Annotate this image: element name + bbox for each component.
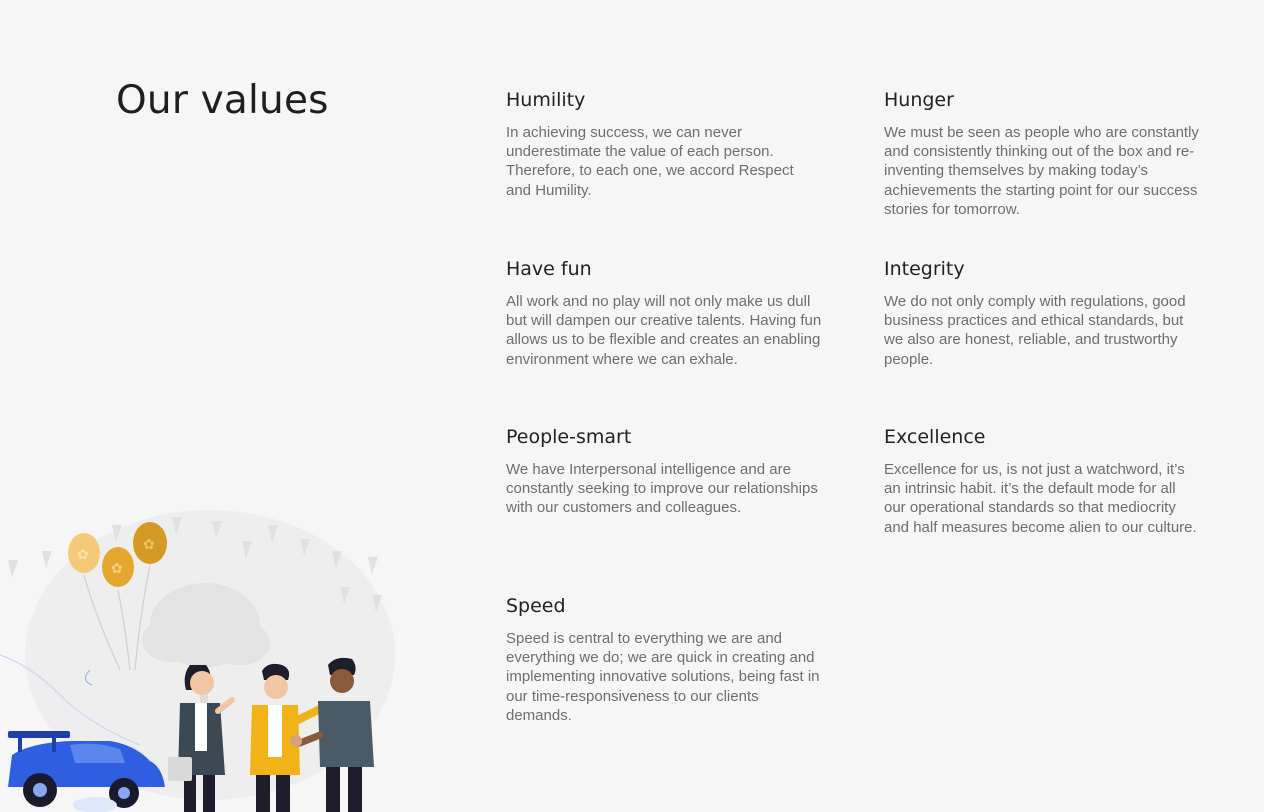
svg-text:✿: ✿	[143, 537, 155, 553]
svg-text:✿: ✿	[111, 561, 123, 577]
value-description: In achieving success, we can never under…	[506, 124, 794, 199]
value-card-speed: Speed Speed is central to everything we …	[506, 595, 822, 725]
value-description: All work and no play will not only make …	[506, 293, 822, 368]
value-description: Speed is central to everything we are an…	[506, 630, 820, 724]
value-title: Hunger	[884, 89, 954, 111]
value-card-people-smart: People-smart We have Interpersonal intel…	[506, 426, 822, 518]
value-title: Integrity	[884, 258, 965, 280]
value-card-humility: Humility In achieving success, we can ne…	[506, 89, 822, 200]
value-title: Excellence	[884, 426, 986, 448]
handshake-icon	[290, 735, 302, 747]
value-description: We do not only comply with regulations, …	[884, 293, 1186, 368]
team-celebration-illustration: ✿ ✿ ✿	[0, 510, 395, 812]
value-title: People-smart	[506, 426, 632, 448]
value-title: Speed	[506, 595, 566, 617]
value-card-have-fun: Have fun All work and no play will not o…	[506, 258, 822, 369]
value-card-excellence: Excellence Excellence for us, is not jus…	[884, 426, 1200, 537]
value-card-integrity: Integrity We do not only comply with reg…	[884, 258, 1200, 369]
value-title: Humility	[506, 89, 586, 111]
value-title: Have fun	[506, 258, 592, 280]
value-description: We have Interpersonal intelligence and a…	[506, 461, 818, 517]
svg-text:✿: ✿	[77, 547, 89, 563]
value-card-hunger: Hunger We must be seen as people who are…	[884, 89, 1200, 219]
page-title: Our values	[116, 78, 329, 123]
value-description: Excellence for us, is not just a watchwo…	[884, 461, 1197, 536]
value-description: We must be seen as people who are consta…	[884, 124, 1199, 218]
